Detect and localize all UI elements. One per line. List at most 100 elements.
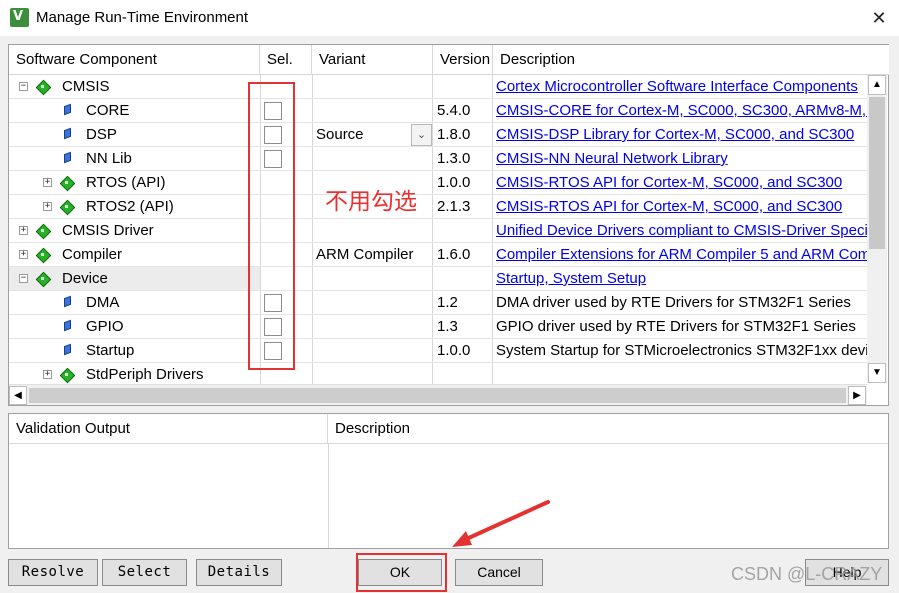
chevron-down-icon[interactable]: ⌄ <box>411 124 432 146</box>
column-header-variant[interactable]: Variant <box>312 45 433 75</box>
scroll-up-arrow-icon[interactable]: ▲ <box>868 75 886 95</box>
description-link[interactable]: Compiler Extensions for ARM Compiler 5 a… <box>493 243 871 267</box>
variant-cell <box>312 219 432 243</box>
component-cell[interactable]: NN Lib <box>9 147 260 171</box>
select-button[interactable]: Select ... <box>102 559 187 593</box>
version-cell: 1.0.0 <box>437 342 471 359</box>
green-component-icon <box>60 176 73 189</box>
version-cell <box>433 75 493 99</box>
component-name: CORE <box>86 102 130 119</box>
title-bar: V Manage Run-Time Environment ✕ <box>0 0 899 36</box>
window-title: Manage Run-Time Environment <box>36 9 249 26</box>
component-cell[interactable]: + Compiler <box>9 243 260 267</box>
annotation-text: 不用勾选 <box>325 189 417 215</box>
version-cell: 1.2 <box>437 294 458 311</box>
column-header-validation-output[interactable]: Validation Output <box>9 414 328 444</box>
version-cell: 1.3.0 <box>437 150 471 167</box>
expand-icon[interactable]: + <box>43 178 52 187</box>
component-name: RTOS2 (API) <box>86 198 174 215</box>
vertical-scroll-thumb[interactable] <box>869 97 885 249</box>
component-cell[interactable]: + RTOS (API) <box>9 171 260 195</box>
csdn-watermark: CSDN @L-CRAZY <box>731 564 883 584</box>
description-link[interactable]: Startup, System Setup <box>493 267 871 291</box>
table-row[interactable]: Startup 1.0.0 System Startup for STMicroel… <box>9 339 871 363</box>
component-cell[interactable]: Startup <box>9 339 260 363</box>
column-header-sel[interactable]: Sel. <box>260 45 312 75</box>
component-cell[interactable]: CORE <box>9 99 260 123</box>
description-link[interactable]: CMSIS-CORE for Cortex-M, SC000, SC300, A… <box>493 99 871 123</box>
collapse-icon[interactable]: − <box>19 82 28 91</box>
version-cell <box>433 267 493 291</box>
variant-cell[interactable]: ARM Compiler <box>312 243 432 267</box>
red-arrow-icon <box>452 500 550 547</box>
component-cell[interactable]: + CMSIS Driver <box>9 219 260 243</box>
component-name: Device <box>62 270 108 287</box>
blue-component-icon <box>63 319 71 331</box>
description-link[interactable]: CMSIS-RTOS API for Cortex-M, SC000, and … <box>493 171 871 195</box>
table-row[interactable]: DSP Source ⌄ 1.8.0 CMSIS-DSP Library for Cor… <box>9 123 871 147</box>
green-component-icon <box>60 368 73 381</box>
expand-icon[interactable]: + <box>19 226 28 235</box>
description-link[interactable]: Unified Device Drivers compliant to CMSI… <box>493 219 871 243</box>
description-link[interactable]: CMSIS-DSP Library for Cortex-M, SC000, a… <box>493 123 871 147</box>
table-row[interactable]: + Compiler ARM Compiler 1.6.0 Compiler Exten… <box>9 243 871 267</box>
variant-cell <box>312 291 432 315</box>
version-cell: 5.4.0 <box>437 102 471 119</box>
component-cell[interactable]: GPIO <box>9 315 260 339</box>
component-cell[interactable]: − Device <box>9 267 260 291</box>
scroll-right-arrow-icon[interactable]: ▶ <box>848 386 866 405</box>
table-row[interactable]: + CMSIS Driver Unified Device Drivers comp… <box>9 219 871 243</box>
column-header-component[interactable]: Software Component <box>9 45 260 75</box>
component-cell[interactable]: + RTOS2 (API) <box>9 195 260 219</box>
green-component-icon <box>36 80 49 93</box>
horizontal-scroll-thumb[interactable] <box>29 388 846 403</box>
variant-cell <box>312 267 432 291</box>
version-cell: 1.0.0 <box>437 174 471 191</box>
ok-highlight-rect <box>356 553 447 592</box>
table-row[interactable]: + RTOS (API) 1.0.0 CMSIS-RTOS API for Corte… <box>9 171 871 195</box>
component-cell[interactable]: DSP <box>9 123 260 147</box>
description-link[interactable]: CMSIS-RTOS API for Cortex-M, SC000, and … <box>493 195 871 219</box>
scroll-down-arrow-icon[interactable]: ▼ <box>868 363 886 383</box>
description-link[interactable]: CMSIS-NN Neural Network Library <box>493 147 871 171</box>
green-component-icon <box>36 224 49 237</box>
column-header-validation-description[interactable]: Description <box>328 414 888 444</box>
expand-icon[interactable]: + <box>43 370 52 379</box>
table-row[interactable]: GPIO 1.3 GPIO driver used by RTE Drivers f… <box>9 315 871 339</box>
column-header-description[interactable]: Description <box>493 45 889 75</box>
details-button[interactable]: Details <box>196 559 282 586</box>
table-row[interactable]: NN Lib 1.3.0 CMSIS-NN Neural Network Libra… <box>9 147 871 171</box>
resolve-button[interactable]: Resolve <box>8 559 98 586</box>
table-row[interactable]: + RTOS2 (API) 2.1.3 CMSIS-RTOS API for Cort… <box>9 195 871 219</box>
scroll-left-arrow-icon[interactable]: ◀ <box>9 386 27 405</box>
variant-cell <box>312 315 432 339</box>
table-row[interactable]: − CMSIS Cortex Microcontroller Software In… <box>9 75 871 99</box>
table-row[interactable]: CORE 5.4.0 CMSIS-CORE for Cortex-M, SC000,… <box>9 99 871 123</box>
green-component-icon <box>36 248 49 261</box>
collapse-icon[interactable]: − <box>19 274 28 283</box>
variant-cell <box>312 339 432 363</box>
table-row[interactable]: DMA 1.2 DMA driver used by RTE Drivers for… <box>9 291 871 315</box>
variant-cell <box>312 75 432 99</box>
cancel-button[interactable]: Cancel <box>455 559 543 586</box>
version-cell: 2.1.3 <box>437 198 471 215</box>
version-cell: 1.3 <box>437 318 458 335</box>
expand-icon[interactable]: + <box>19 250 28 259</box>
green-component-icon <box>36 272 49 285</box>
description-cell: GPIO driver used by RTE Drivers for STM3… <box>496 318 856 335</box>
column-header-version[interactable]: Version <box>433 45 493 75</box>
component-name: RTOS (API) <box>86 174 166 191</box>
version-cell: 1.6.0 <box>437 246 471 263</box>
horizontal-scrollbar[interactable]: ◀ ▶ <box>9 384 867 405</box>
component-cell[interactable]: DMA <box>9 291 260 315</box>
description-cell: System Startup for STMicroelectronics ST… <box>496 342 871 359</box>
component-cell[interactable]: − CMSIS <box>9 75 260 99</box>
checkbox-highlight-rect <box>248 82 295 370</box>
description-link[interactable]: Cortex Microcontroller Software Interfac… <box>493 75 871 99</box>
component-name: DSP <box>86 126 117 143</box>
blue-component-icon <box>63 151 71 163</box>
table-row[interactable]: − Device Startup, System Setup <box>9 267 871 291</box>
expand-icon[interactable]: + <box>43 202 52 211</box>
close-icon[interactable]: ✕ <box>866 5 892 31</box>
vertical-scrollbar[interactable]: ▲ ▼ <box>867 75 887 383</box>
